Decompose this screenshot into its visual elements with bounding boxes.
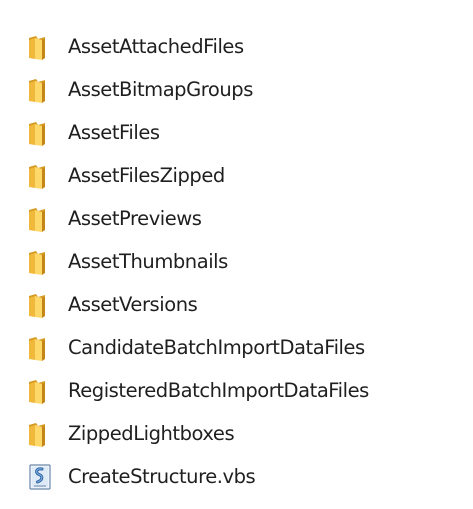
list-item-candidate-batch-import-data-files[interactable]: CandidateBatchImportDataFiles: [25, 326, 465, 369]
item-label: AssetThumbnails: [68, 249, 228, 273]
list-item-create-structure-vbs[interactable]: CreateStructure.vbs: [25, 455, 465, 498]
folder-icon: [25, 290, 55, 320]
folder-icon: [25, 333, 55, 363]
item-label: AssetVersions: [68, 292, 198, 316]
list-item-asset-attached-files[interactable]: AssetAttachedFiles: [25, 25, 465, 68]
item-label: AssetFiles: [68, 120, 160, 144]
folder-icon: [25, 376, 55, 406]
item-label: CandidateBatchImportDataFiles: [68, 335, 365, 359]
file-list: AssetAttachedFiles AssetBitmapGroups Ass…: [25, 25, 465, 498]
list-item-asset-files[interactable]: AssetFiles: [25, 111, 465, 154]
list-item-asset-thumbnails[interactable]: AssetThumbnails: [25, 240, 465, 283]
list-item-zipped-lightboxes[interactable]: ZippedLightboxes: [25, 412, 465, 455]
list-item-asset-versions[interactable]: AssetVersions: [25, 283, 465, 326]
folder-icon: [25, 75, 55, 105]
folder-icon: [25, 247, 55, 277]
item-label: ZippedLightboxes: [68, 421, 235, 445]
list-item-registered-batch-import-data-files[interactable]: RegisteredBatchImportDataFiles: [25, 369, 465, 412]
item-label: CreateStructure.vbs: [68, 464, 256, 488]
item-label: AssetPreviews: [68, 206, 202, 230]
folder-icon: [25, 118, 55, 148]
item-label: AssetAttachedFiles: [68, 34, 244, 58]
list-item-asset-previews[interactable]: AssetPreviews: [25, 197, 465, 240]
folder-icon: [25, 161, 55, 191]
folder-icon: [25, 32, 55, 62]
folder-icon: [25, 204, 55, 234]
vbs-script-icon: [25, 462, 55, 492]
list-item-asset-bitmap-groups[interactable]: AssetBitmapGroups: [25, 68, 465, 111]
item-label: RegisteredBatchImportDataFiles: [68, 378, 369, 402]
list-item-asset-files-zipped[interactable]: AssetFilesZipped: [25, 154, 465, 197]
item-label: AssetBitmapGroups: [68, 77, 253, 101]
item-label: AssetFilesZipped: [68, 163, 225, 187]
folder-icon: [25, 419, 55, 449]
